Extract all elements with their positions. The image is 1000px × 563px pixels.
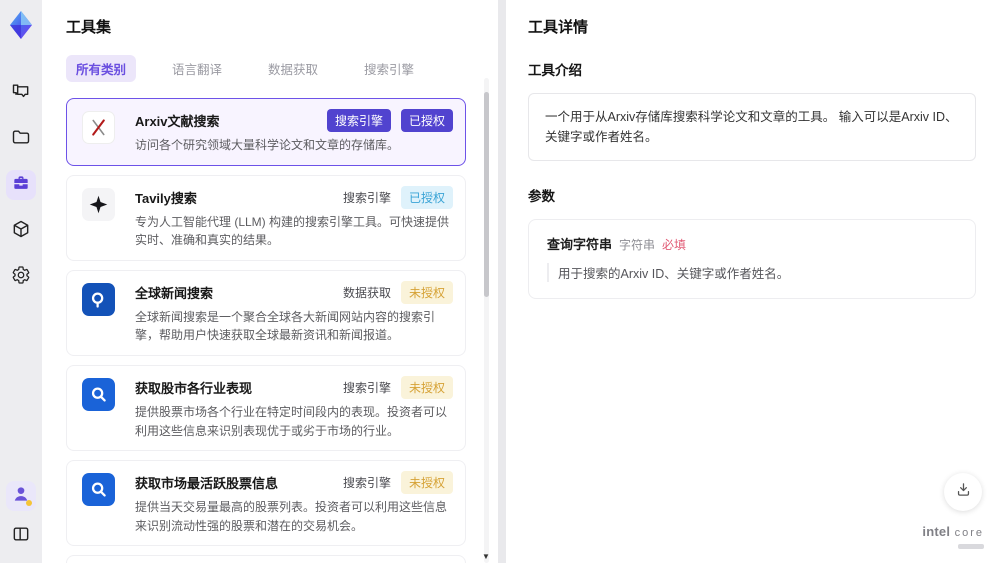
category-label: 搜索引擎 [342, 190, 391, 205]
list-scrollbar[interactable]: ▼ [482, 78, 490, 563]
cube-icon [11, 219, 31, 244]
param-name: 查询字符串 [547, 237, 613, 252]
core-wordmark: core [954, 527, 984, 540]
tool-card-0[interactable]: Arxiv文献搜索 搜索引擎 已授权 访问各个研究领域大量科学论文和文章的存储库。 [66, 98, 466, 166]
tool-name: Tavily搜索 [135, 190, 197, 206]
intro-heading: 工具介绍 [528, 63, 582, 78]
param-description: 用于搜索的Arxiv ID、关键字或作者姓名。 [547, 263, 957, 282]
sidebar-item-chat[interactable] [6, 78, 36, 108]
tool-card-4[interactable]: 获取市场最活跃股票信息 搜索引擎 未授权提供当天交易量最高的股票列表。投资者可以利用… [66, 460, 466, 547]
auth-status-badge: 未授权 [400, 280, 453, 304]
auth-status-badge: 已授权 [400, 109, 453, 132]
tool-intro-box: 一个用于从Arxiv存储库搜索科学论文和文章的工具。 输入可以是Arxiv ID… [528, 93, 976, 161]
category-tabs: 所有类别 语言翻译 数据获取 搜索引擎 [66, 55, 476, 82]
params-heading: 参数 [528, 189, 555, 204]
detail-title: 工具详情 [528, 19, 589, 36]
stock-search-icon [82, 473, 115, 507]
auth-status-badge: 已授权 [400, 185, 453, 209]
stock-search-icon [82, 377, 115, 411]
intel-badge-underline [958, 544, 984, 549]
tool-list: Arxiv文献搜索 搜索引擎 已授权 访问各个研究领域大量科学论文和文章的存储库。 Ta… [66, 98, 466, 563]
arxiv-icon [82, 111, 115, 144]
category-tab-3[interactable]: 搜索引擎 [354, 55, 424, 82]
tavily-icon [82, 187, 115, 221]
auth-status-badge: 未授权 [400, 375, 453, 399]
category-label: 搜索引擎 [342, 476, 391, 491]
tool-card-5[interactable]: 万维地区新闻查询搜索引擎未授权查询具体行政区划内的新闻，快速了解各地新闻动 [66, 555, 466, 563]
account-button[interactable] [6, 481, 36, 511]
app-sidebar [0, 0, 42, 563]
tool-name: 全球新闻搜索 [135, 285, 214, 301]
category-tab-0[interactable]: 所有类别 [66, 55, 137, 82]
tool-description: 提供股票市场各个行业在特定时间段内的表现。投资者可以利用这些信息来识别表现优于或… [135, 404, 448, 438]
scrollbar-thumb[interactable] [484, 92, 489, 297]
intel-core-logo: intel core [922, 523, 984, 549]
parameter-card: 查询字符串 字符串 必填 用于搜索的Arxiv ID、关键字或作者姓名。 [528, 219, 976, 299]
sidebar-item-models[interactable] [6, 216, 36, 246]
tool-description: 专为人工智能代理 (LLM) 构建的搜索引擎工具。可快速提供实时、准确和真实的结… [135, 214, 450, 248]
tool-description: 提供当天交易量最高的股票列表。投资者可以利用这些信息来识别流动性强的股票和潜在的… [135, 500, 448, 533]
param-type: 字符串 [619, 238, 656, 252]
sidebar-item-folder[interactable] [6, 124, 36, 154]
tool-description: 全球新闻搜索是一个聚合全球各大新闻网站内容的搜索引擎，帮助用户快速获取全球最新资… [135, 309, 436, 343]
toolbox-icon [11, 173, 31, 198]
status-dot [26, 500, 32, 506]
panel-divider [498, 0, 506, 563]
chat-icon [11, 81, 31, 106]
param-required-badge: 必填 [662, 238, 687, 252]
sidebar-item-settings[interactable] [6, 262, 36, 292]
tool-card-2[interactable]: 全球新闻搜索 数据获取 未授权全球新闻搜索是一个聚合全球各大新闻网站内容的搜索引擎，… [66, 269, 466, 356]
page-title: 工具集 [66, 19, 112, 36]
panel-toggle-icon [11, 524, 31, 549]
tool-detail-panel: 工具详情 工具介绍 一个用于从Arxiv存储库搜索科学论文和文章的工具。 输入可… [506, 0, 1000, 563]
download-button[interactable] [944, 473, 982, 511]
download-icon [955, 481, 972, 503]
tool-name: 获取股市各行业表现 [135, 380, 253, 396]
app-logo [6, 10, 36, 40]
folder-icon [11, 127, 31, 152]
auth-status-badge: 未授权 [400, 471, 453, 495]
tool-name: 获取市场最活跃股票信息 [135, 476, 279, 492]
tool-description: 访问各个研究领域大量科学论文和文章的存储库。 [135, 138, 400, 152]
sidebar-item-toolbox[interactable] [6, 170, 36, 200]
category-label: 数据获取 [342, 285, 391, 300]
tool-card-1[interactable]: Tavily搜索 搜索引擎 已授权专为人工智能代理 (LLM) 构建的搜索引擎工具。… [66, 174, 466, 261]
category-tab-1[interactable]: 语言翻译 [162, 55, 232, 82]
category-tab-2[interactable]: 数据获取 [258, 55, 328, 82]
auth-status-badge: 搜索引擎 [326, 109, 391, 132]
tool-list-panel: 工具集 所有类别 语言翻译 数据获取 搜索引擎 Arxiv文献搜索 搜索引擎 已授权 访问各… [42, 0, 498, 563]
category-label: 搜索引擎 [342, 380, 391, 395]
tool-card-3[interactable]: 获取股市各行业表现 搜索引擎 未授权提供股票市场各个行业在特定时间段内的表现。投资者… [66, 364, 466, 452]
gear-icon [11, 265, 31, 290]
collapse-panel-button[interactable] [6, 521, 36, 551]
scrollbar-down-arrow[interactable]: ▼ [482, 552, 490, 561]
tool-name: Arxiv文献搜索 [135, 114, 220, 129]
news-search-icon [82, 282, 115, 316]
intel-wordmark: intel [922, 524, 951, 540]
